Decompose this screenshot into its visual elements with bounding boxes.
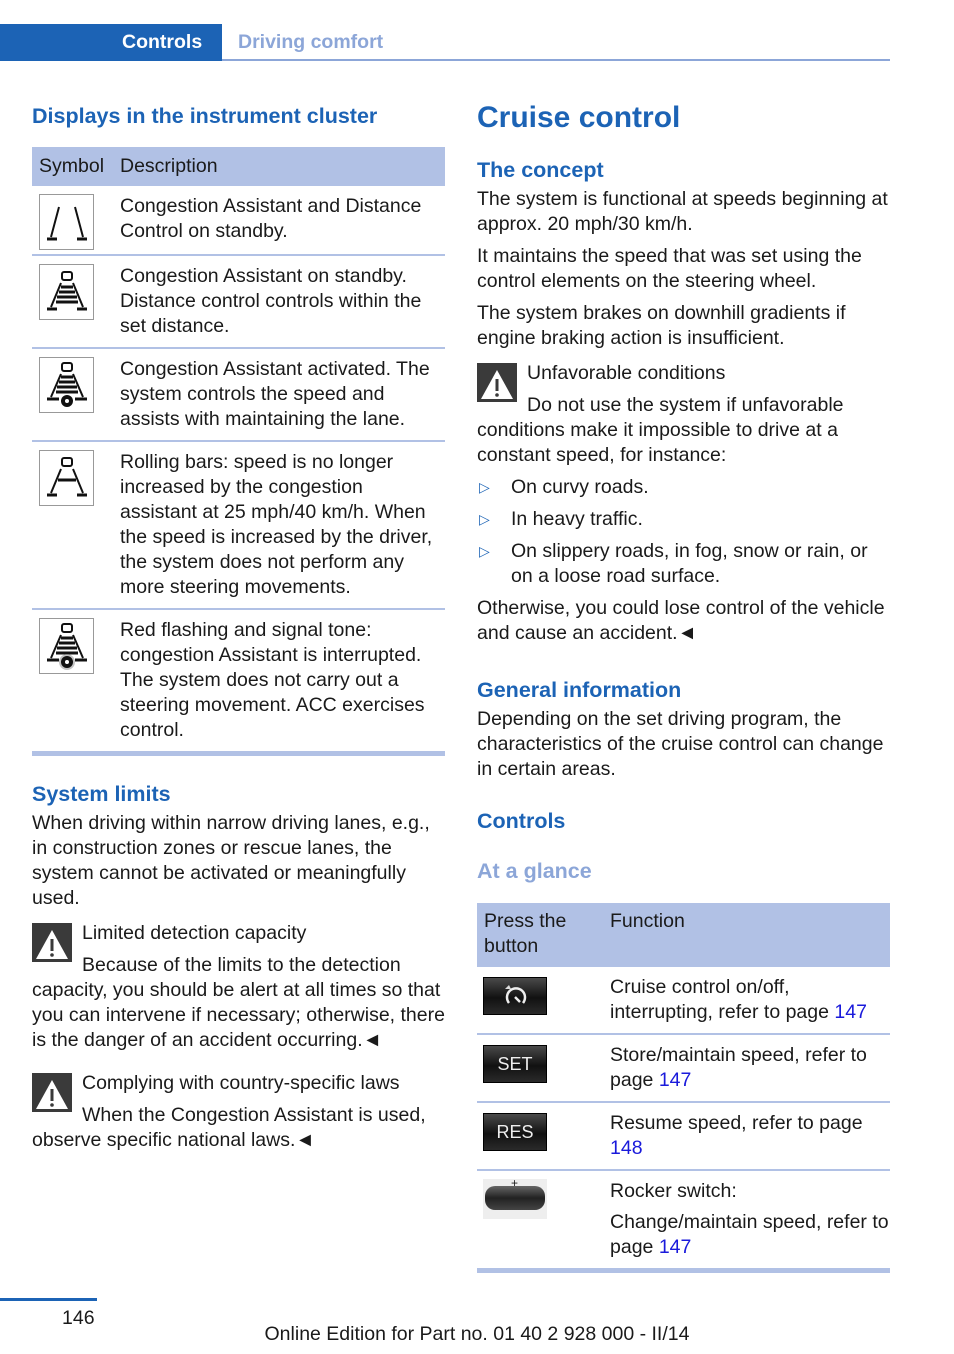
- warning-limited-detection: Limited detection capacity Because of th…: [32, 921, 445, 1053]
- edition-text: Online Edition for Part no. 01 40 2 928 …: [264, 1323, 690, 1345]
- congestion-activated-steering-icon: [39, 357, 94, 413]
- concept-paragraph: The system is functional at speeds begin…: [477, 188, 888, 235]
- list-item: ▷ On slippery roads, in fog, snow or rain…: [479, 540, 868, 587]
- concept-paragraph: It maintains the speed that was set usin…: [477, 245, 862, 292]
- table-row: Congestion Assistant on standby. Distanc…: [32, 255, 445, 349]
- general-info-heading: General information: [477, 678, 682, 702]
- row-function: Store/maintain speed, refer to page: [610, 1044, 867, 1091]
- table-row: Congestion Assistant and Distance Contro…: [32, 186, 445, 256]
- footer-rule: [0, 1298, 97, 1301]
- right-column: Cruise control The concept The system is…: [477, 100, 890, 1273]
- rocker-switch-icon: +: [483, 1176, 547, 1219]
- row-function-prefix: Rocker switch:: [610, 1180, 737, 1202]
- row-function: Cruise control on/off, interrupting, ref…: [610, 976, 835, 1023]
- list-item: ▷ On curvy roads.: [479, 476, 649, 498]
- warning-title: Complying with country-specific laws: [82, 1072, 400, 1094]
- table-row: Congestion Assistant activated. The syst…: [32, 348, 445, 442]
- buttons-table: Press the button Function Cruise control…: [477, 903, 890, 1273]
- row-description: Congestion Assistant activated. The syst…: [120, 358, 430, 430]
- buttons-table-header: Press the button Function: [477, 903, 890, 967]
- warning-triangle-icon: [32, 1073, 72, 1112]
- row-description: Congestion Assistant on standby. Distanc…: [120, 265, 422, 337]
- col-function: Function: [603, 903, 890, 967]
- warning-triangle-icon: [32, 923, 72, 962]
- displays-heading: Displays in the instrument cluster: [32, 104, 378, 128]
- congestion-standby-car-bars-icon: [39, 264, 94, 320]
- header-chapter[interactable]: Controls: [122, 30, 202, 55]
- controls-heading: Controls: [477, 809, 566, 833]
- at-a-glance-heading: At a glance: [477, 859, 592, 883]
- congestion-standby-lane-icon: [39, 194, 94, 250]
- row-description: Rolling bars: speed is no longer increas…: [120, 451, 433, 598]
- warning-title: Limited detection capacity: [82, 922, 307, 944]
- page-title: Cruise control: [477, 101, 681, 134]
- table-row: SET Store/maintain speed, refer to page …: [477, 1034, 890, 1103]
- warning-body: When the Congestion Assistant is used, o…: [32, 1104, 426, 1151]
- system-limits-heading: System limits: [32, 782, 171, 806]
- header-rule: [222, 59, 890, 61]
- page-link[interactable]: 147: [659, 1069, 692, 1091]
- table-row: + Rocker switch: Change/maintain speed, …: [477, 1170, 890, 1273]
- list-item: ▷ In heavy traffic.: [479, 508, 643, 530]
- row-function: Resume speed, refer to page: [610, 1112, 863, 1134]
- set-button-icon: SET: [483, 1045, 547, 1083]
- warning-body: Do not use the system if unfavorable con…: [477, 394, 844, 466]
- table-row: Rolling bars: speed is no longer increas…: [32, 441, 445, 610]
- system-limits-text: When driving within narrow driving lanes…: [32, 812, 430, 909]
- warning-body: Because of the limits to the detection c…: [32, 954, 445, 1051]
- page-link[interactable]: 148: [610, 1137, 643, 1159]
- concept-paragraph: The system brakes on downhill gradients …: [477, 302, 846, 349]
- bullet-triangle-icon: ▷: [479, 543, 490, 559]
- row-description: Red flashing and signal tone: congestion…: [120, 619, 425, 741]
- congestion-interrupted-icon: [39, 618, 94, 674]
- page-link[interactable]: 147: [834, 1001, 867, 1023]
- header-section[interactable]: Driving comfort: [238, 30, 383, 55]
- col-press-button: Press the button: [477, 903, 603, 967]
- general-info-text: Depending on the set driving program, th…: [477, 708, 884, 780]
- bullet-triangle-icon: ▷: [479, 479, 490, 495]
- displays-table: Symbol Description Congestion Assistant …: [32, 147, 445, 756]
- warning-triangle-icon: [477, 363, 517, 402]
- row-function: Change/maintain speed, refer to page: [610, 1211, 889, 1258]
- conditions-list: ▷ On curvy roads. ▷ In heavy traffic. ▷ On …: [477, 475, 890, 589]
- warning-unfavorable-conditions: Unfavorable conditions Do not use the sy…: [477, 361, 890, 646]
- table-row: Red flashing and signal tone: congestion…: [32, 609, 445, 756]
- bullet-triangle-icon: ▷: [479, 511, 490, 527]
- page-link[interactable]: 147: [659, 1236, 692, 1258]
- table-row: RES Resume speed, refer to page 148: [477, 1102, 890, 1171]
- row-description: Congestion Assistant and Distance Contro…: [120, 195, 422, 242]
- left-column: Displays in the instrument cluster Symbo…: [32, 100, 445, 1153]
- cruise-control-onoff-icon: [483, 977, 547, 1015]
- rolling-bars-icon: [39, 450, 94, 506]
- res-button-icon: RES: [483, 1113, 547, 1151]
- warning-closing: Otherwise, you could lose control of the…: [477, 597, 885, 644]
- displays-table-header: Symbol Description: [32, 147, 445, 186]
- col-description: Description: [113, 147, 445, 186]
- warning-title: Unfavorable conditions: [527, 362, 726, 384]
- concept-heading: The concept: [477, 158, 604, 182]
- col-symbol: Symbol: [32, 147, 113, 186]
- table-row: Cruise control on/off, interrupting, ref…: [477, 967, 890, 1035]
- warning-country-laws: Complying with country-specific laws Whe…: [32, 1071, 445, 1153]
